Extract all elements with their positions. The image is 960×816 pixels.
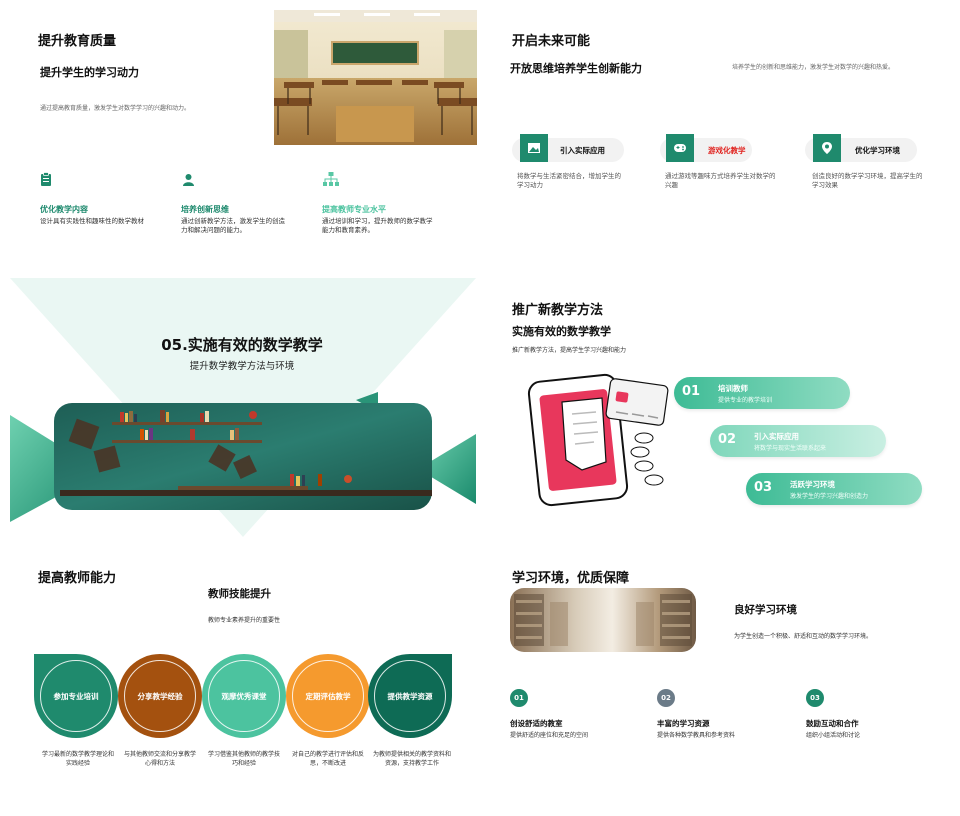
item-number: 01 xyxy=(682,384,701,399)
item-description: 激发学生的学习兴趣和创造力 xyxy=(790,493,869,500)
feature-title: 提高教师专业水平 xyxy=(322,205,386,214)
skill-description: 学习借鉴其他教师的教学技巧和经验 xyxy=(207,751,280,767)
slide-description: 教师专业素养提升的重要性 xyxy=(208,617,281,624)
section-subtitle: 良好学习环境 xyxy=(734,604,797,616)
skill-label: 参加专业培训 xyxy=(53,692,99,701)
step-badge: 02 xyxy=(657,689,675,707)
feature-description: 通过游戏等趣味方式培养学生对数学的兴趣 xyxy=(665,172,776,190)
slide-open-future: 开启未来可能 开放思维培养学生创新能力 培养学生的创新和思维能力，激发学生对数学… xyxy=(480,0,960,272)
method-item-2: 02 引入实际应用 将数学与现实生活联系起来 xyxy=(710,425,886,457)
skill-circle-4: 定期评估教学 xyxy=(286,654,370,738)
slide-description: 推广新教学方法，提高学生学习兴趣和能力 xyxy=(512,347,627,354)
step-title: 创设舒适的教室 xyxy=(510,719,563,728)
skill-label: 分享教学经验 xyxy=(137,692,183,701)
slide-subtitle: 实施有效的数学教学 xyxy=(512,325,611,338)
skill-description: 学习最新的数学教学理论和实践经验 xyxy=(41,751,114,767)
item-title: 活跃学习环境 xyxy=(790,480,835,489)
background-shapes xyxy=(10,278,476,537)
feature-description: 将数学与生活紧密结合，增加学生的学习动力 xyxy=(517,172,621,190)
step-title: 丰富的学习资源 xyxy=(657,719,710,728)
skill-description: 为教师提供相关的教学资料和资源，支持教学工作 xyxy=(372,751,451,767)
feature-title: 培养创新思维 xyxy=(181,205,229,214)
slide-description: 培养学生的创新和思维能力，激发学生对数学的兴趣和热爱。 xyxy=(732,64,895,71)
feature-label: 优化学习环境 xyxy=(855,146,900,155)
method-item-3: 03 活跃学习环境 激发学生的学习兴趣和创造力 xyxy=(746,473,922,505)
step-description: 提供舒适的座位和充足的空间 xyxy=(510,732,589,739)
skill-label: 定期评估教学 xyxy=(305,692,351,701)
skill-circle-3: 观摩优秀课堂 xyxy=(202,654,286,738)
feature-description: 通过培训和学习，提升教师的数学教学能力和教育素养。 xyxy=(322,217,433,235)
skill-circle-5: 提供教学资源 xyxy=(368,654,452,738)
phone-payment-illustration xyxy=(522,372,682,507)
location-icon xyxy=(813,134,841,162)
step-badge: 01 xyxy=(510,689,528,707)
section-subtitle: 提升数学教学方法与环境 xyxy=(189,361,295,372)
clipboard-icon xyxy=(40,172,52,186)
image-icon xyxy=(520,134,548,162)
item-number: 02 xyxy=(718,432,737,447)
item-title: 培训教师 xyxy=(718,384,748,393)
item-title: 引入实际应用 xyxy=(754,432,799,441)
feature-description: 创造良好的数学学习环境，提高学生的学习效果 xyxy=(812,172,923,190)
slide-teacher-ability: 提高教师能力 教师技能提升 教师专业素养提升的重要性 参加专业培训 分享教学经验… xyxy=(0,544,480,816)
slide-subtitle: 开放思维培养学生创新能力 xyxy=(510,62,642,75)
feature-title: 优化教学内容 xyxy=(40,205,88,214)
slide-title: 学习环境，优质保障 xyxy=(512,571,630,586)
skill-circle-2: 分享教学经验 xyxy=(118,654,202,738)
item-description: 提供专业的教学培训 xyxy=(718,397,773,404)
person-icon xyxy=(182,173,195,186)
slide-subtitle: 提升学生的学习动力 xyxy=(40,66,139,79)
method-item-1: 01 培训教师 提供专业的教学培训 xyxy=(674,377,850,409)
skill-circle-1: 参加专业培训 xyxy=(34,654,118,738)
step-title: 鼓励互动和合作 xyxy=(806,719,859,728)
step-description: 提供各种数学教具和参考资料 xyxy=(657,732,736,739)
slide-new-methods: 推广新教学方法 实施有效的数学教学 推广新教学方法，提高学生学习兴趣和能力 01… xyxy=(480,272,960,544)
feature-label: 游戏化教学 xyxy=(708,146,746,155)
gamepad-icon xyxy=(666,134,694,162)
step-description: 组织小组活动和讨论 xyxy=(806,732,861,739)
section-description: 为学生创造一个积极、舒适和互动的数学学习环境。 xyxy=(734,633,873,640)
org-chart-icon xyxy=(323,172,339,186)
skill-label: 观摩优秀课堂 xyxy=(221,692,267,701)
feature-label: 引入实际应用 xyxy=(560,146,605,155)
slide-learning-environment: 学习环境，优质保障 良好学习环境 为学生创造一个积极、舒适和互动的数学学习环境。 xyxy=(480,544,960,816)
slide-title: 提升教育质量 xyxy=(38,34,117,49)
feature-description: 设计具有实践性和趣味性的数学教材 xyxy=(40,217,144,225)
skill-label: 提供教学资源 xyxy=(387,692,433,701)
slide-description: 通过提高教育质量，激发学生对数学学习的兴趣和动力。 xyxy=(40,105,191,112)
slide-title: 提高教师能力 xyxy=(38,571,117,586)
classroom-photo xyxy=(274,10,477,145)
item-description: 将数学与现实生活联系起来 xyxy=(754,445,827,452)
slide-improve-quality: 提升教育质量 提升学生的学习动力 通过提高教育质量，激发学生对数学学习的兴趣和动… xyxy=(0,0,480,272)
step-badge: 03 xyxy=(806,689,824,707)
slide-title: 推广新教学方法 xyxy=(512,303,604,318)
skill-description: 对自己的教学进行评估和反思，不断改进 xyxy=(291,751,364,767)
item-number: 03 xyxy=(754,480,773,495)
slide-subtitle: 教师技能提升 xyxy=(208,588,271,600)
skill-description: 与其他教师交流和分享教学心得和方法 xyxy=(123,751,196,767)
slide-title: 开启未来可能 xyxy=(512,34,591,49)
slide-section-05: 05.实施有效的数学教学 提升数学教学方法与环境 xyxy=(0,272,480,544)
library-photo xyxy=(510,588,696,652)
feature-description: 通过创新教学方法，激发学生的创造力和解决问题的能力。 xyxy=(181,217,285,235)
section-title: 05.实施有效的数学教学 xyxy=(161,336,323,354)
